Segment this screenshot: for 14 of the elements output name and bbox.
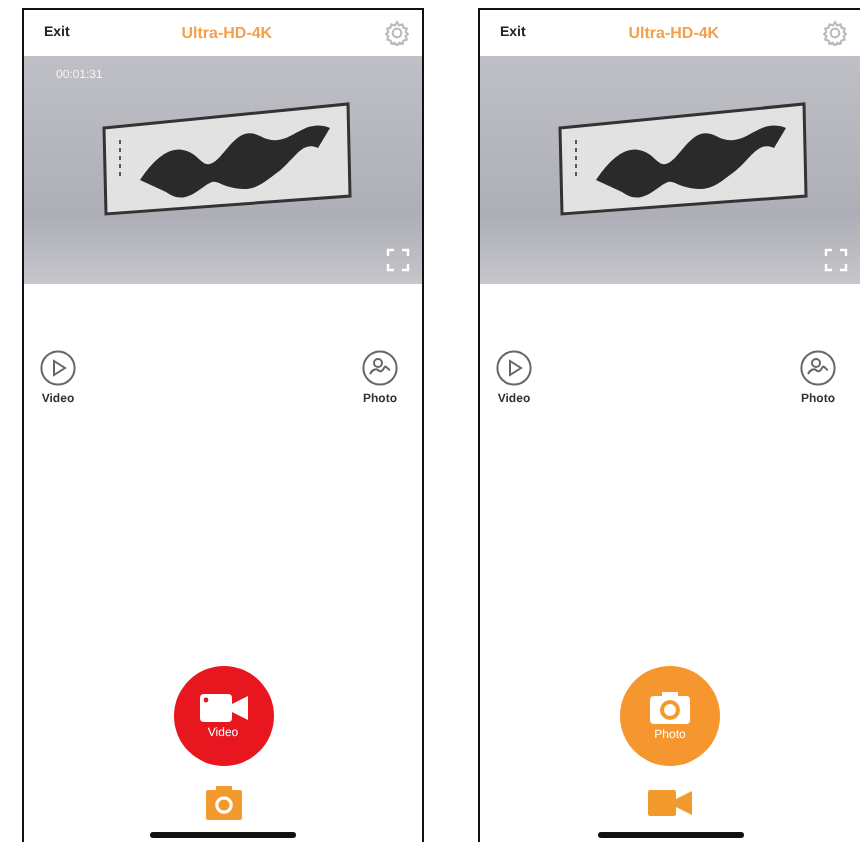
mode-switch-button[interactable] bbox=[205, 786, 241, 820]
settings-icon[interactable] bbox=[822, 20, 848, 46]
expand-icon[interactable] bbox=[824, 248, 848, 272]
title: Ultra-HD-4K bbox=[181, 24, 273, 42]
play-icon[interactable] bbox=[496, 350, 532, 386]
title: Ultra-HD-4K bbox=[628, 24, 720, 42]
picture-icon[interactable] bbox=[362, 350, 398, 386]
settings-icon[interactable] bbox=[384, 20, 410, 46]
play-icon[interactable] bbox=[40, 350, 76, 386]
mode-switch-button[interactable] bbox=[648, 786, 692, 820]
expand-icon[interactable] bbox=[386, 248, 410, 272]
camera-icon bbox=[650, 691, 690, 723]
picture-icon[interactable] bbox=[800, 350, 836, 386]
video-camera-icon bbox=[199, 693, 247, 721]
